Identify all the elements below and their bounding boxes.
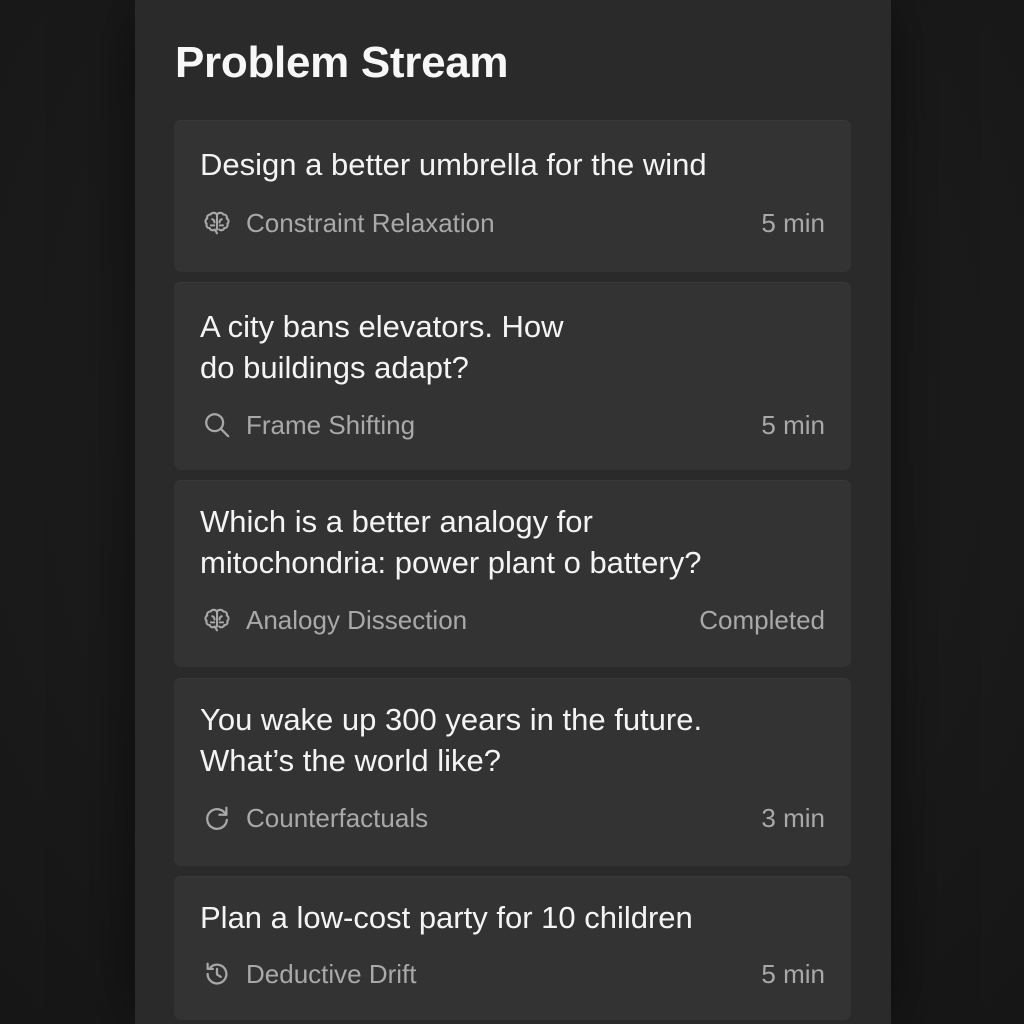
problem-card[interactable]: A city bans elevators. How do buildings … xyxy=(174,282,851,470)
problem-title: A city bans elevators. How do buildings … xyxy=(200,309,564,385)
refresh-icon xyxy=(200,801,234,835)
problem-meta: Analogy Dissection Completed xyxy=(200,603,825,637)
history-icon xyxy=(200,957,234,991)
category-label: Frame Shifting xyxy=(246,409,416,440)
category-label: Counterfactuals xyxy=(246,802,429,833)
brain-icon xyxy=(200,206,234,240)
problem-card[interactable]: Design a better umbrella for the wind Co… xyxy=(174,120,851,272)
duration-label: 3 min xyxy=(761,802,825,833)
problem-card[interactable]: Plan a low-cost party for 10 children De… xyxy=(174,876,851,1020)
problem-card[interactable]: Which is a better analogy for mitochondr… xyxy=(174,480,851,667)
screen: Problem Stream Design a better umbrella … xyxy=(0,0,1024,1024)
page-title: Problem Stream xyxy=(175,38,509,87)
problem-title: Design a better umbrella for the wind xyxy=(200,147,707,182)
category-label: Constraint Relaxation xyxy=(246,207,495,238)
brain-icon xyxy=(200,603,234,637)
duration-label: 5 min xyxy=(761,207,825,238)
problem-title: Plan a low-cost party for 10 children xyxy=(200,900,693,935)
problem-stream-panel: Problem Stream Design a better umbrella … xyxy=(135,0,891,1024)
problem-card[interactable]: You wake up 300 years in the future. Wha… xyxy=(174,678,851,866)
problem-meta: Deductive Drift 5 min xyxy=(200,957,825,991)
category-label: Analogy Dissection xyxy=(246,604,468,635)
duration-label: 5 min xyxy=(761,958,825,989)
search-icon xyxy=(200,408,234,442)
category-label: Deductive Drift xyxy=(246,958,417,989)
problem-meta: Counterfactuals 3 min xyxy=(200,801,825,835)
problem-title: You wake up 300 years in the future. Wha… xyxy=(200,702,703,778)
problem-meta: Frame Shifting 5 min xyxy=(200,408,825,442)
problem-meta: Constraint Relaxation 5 min xyxy=(200,206,825,240)
duration-label: 5 min xyxy=(761,409,825,440)
status-label: Completed xyxy=(699,604,825,635)
problem-title: Which is a better analogy for mitochondr… xyxy=(200,504,702,580)
